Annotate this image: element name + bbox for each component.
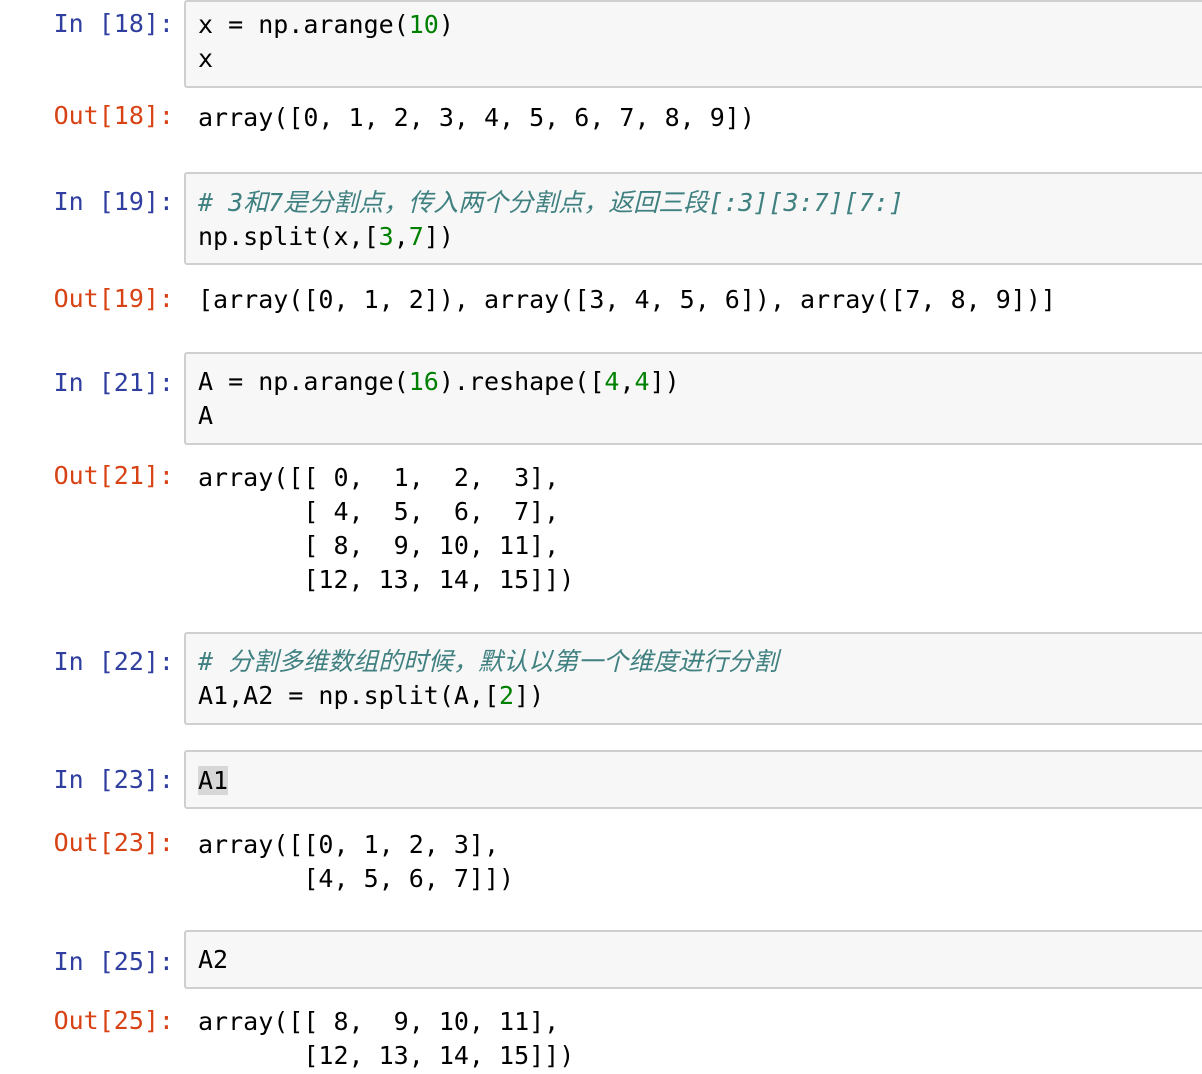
code-comment: # 分割多维数组的时候，默认以第一个维度进行分割	[198, 647, 779, 676]
code-token: ])	[649, 367, 680, 396]
code-token: A	[198, 401, 214, 430]
code-text[interactable]: # 3和7是分割点，传入两个分割点，返回三段[:3][3:7][7:] np.s…	[198, 186, 904, 254]
output-text: array([[ 0, 1, 2, 3], [ 4, 5, 6, 7], [ 8…	[198, 463, 575, 594]
code-text[interactable]: A2	[198, 943, 228, 977]
code-text[interactable]: x = np.arange(10) x	[198, 8, 454, 76]
output-text: array([[ 8, 9, 10, 11], [12, 13, 14, 15]…	[198, 1007, 575, 1070]
code-number: 16	[408, 367, 439, 396]
out-prompt: Out[18]:	[53, 101, 174, 130]
code-token: A1,A2 = np.split(A,[	[198, 681, 500, 710]
code-token: A2	[198, 945, 229, 974]
code-token: ])	[423, 222, 454, 251]
code-number: 3	[378, 222, 394, 251]
code-number: 4	[604, 367, 620, 396]
code-token: A1	[198, 766, 229, 795]
code-number: 10	[408, 10, 439, 39]
out-prompt: Out[19]:	[53, 284, 174, 313]
code-token: ).reshape([	[438, 367, 605, 396]
code-token: np.split(x,[	[198, 222, 379, 251]
output-text: array([0, 1, 2, 3, 4, 5, 6, 7, 8, 9])	[198, 103, 755, 132]
out-prompt: Out[21]:	[53, 461, 174, 490]
code-text[interactable]: A1	[198, 764, 229, 798]
output-text: array([[0, 1, 2, 3], [4, 5, 6, 7]])	[198, 830, 515, 893]
out-prompt: Out[23]:	[53, 828, 174, 857]
code-token: ,	[619, 367, 635, 396]
code-comment: # 3和7是分割点，传入两个分割点，返回三段[:3][3:7][7:]	[198, 188, 904, 217]
code-input-area[interactable]	[184, 750, 1202, 809]
out-prompt: Out[25]:	[53, 1006, 174, 1035]
code-text[interactable]: A = np.arange(16).reshape([4,4]) A	[198, 365, 680, 433]
code-number: 4	[634, 367, 650, 396]
in-prompt: In [19]:	[53, 187, 174, 216]
code-token: A = np.arange(	[198, 367, 409, 396]
code-token: )	[438, 10, 454, 39]
code-token: x	[198, 44, 214, 73]
in-prompt: In [25]:	[53, 947, 174, 976]
code-number: 7	[408, 222, 424, 251]
code-token: x = np.arange(	[198, 10, 409, 39]
in-prompt: In [22]:	[53, 647, 174, 676]
code-token: ,	[393, 222, 409, 251]
in-prompt: In [18]:	[53, 9, 174, 38]
in-prompt: In [23]:	[53, 765, 174, 794]
code-number: 2	[499, 681, 515, 710]
code-token: ])	[514, 681, 545, 710]
code-text[interactable]: # 分割多维数组的时候，默认以第一个维度进行分割 A1,A2 = np.spli…	[198, 645, 778, 713]
output-text: [array([0, 1, 2]), array([3, 4, 5, 6]), …	[198, 285, 1056, 314]
in-prompt: In [21]:	[53, 368, 174, 397]
code-input-area[interactable]	[184, 930, 1202, 989]
